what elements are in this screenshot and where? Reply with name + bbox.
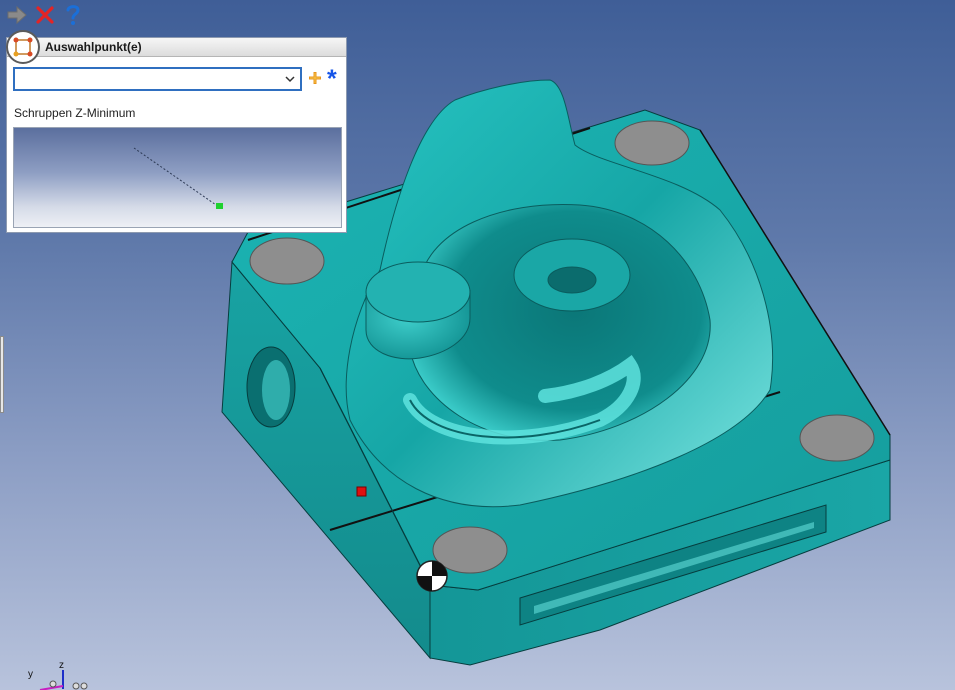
bolt-hole-left[interactable] xyxy=(249,237,325,285)
help-icon xyxy=(66,5,80,25)
selection-point-dialog: Auswahlpunkt(e) * Schruppen Z-Minimum xyxy=(6,30,347,233)
dialog-title: Auswahlpunkt(e) xyxy=(7,38,346,57)
apply-button[interactable] xyxy=(6,4,28,26)
center-hole[interactable] xyxy=(547,266,597,294)
cancel-button[interactable] xyxy=(34,4,56,26)
triad-y-label: y xyxy=(28,669,33,680)
origin-marker-icon[interactable] xyxy=(416,560,448,592)
arrow-right-icon xyxy=(7,6,27,24)
select-all-button[interactable]: * xyxy=(327,67,345,92)
operation-label: Schruppen Z-Minimum xyxy=(14,106,136,120)
point-preview xyxy=(13,127,342,228)
chevron-down-icon[interactable] xyxy=(283,72,297,86)
bolt-hole-top-right[interactable] xyxy=(614,120,690,166)
bolt-hole-right[interactable] xyxy=(799,414,875,462)
asterisk-icon: * xyxy=(327,65,337,93)
command-toolbar xyxy=(6,3,84,27)
axis-triad: y z xyxy=(28,660,88,690)
point-combobox[interactable] xyxy=(13,67,302,91)
triad-z-label: z xyxy=(59,660,64,671)
point-selection-icon xyxy=(6,30,40,64)
help-button[interactable] xyxy=(62,4,84,26)
preview-point-marker xyxy=(216,203,223,209)
cylinder-boss-top[interactable] xyxy=(365,261,471,323)
side-panel-handle[interactable] xyxy=(0,336,4,413)
add-point-button[interactable] xyxy=(307,70,323,86)
add-point-icon xyxy=(309,72,321,84)
side-bore-inner xyxy=(262,360,290,420)
close-icon xyxy=(36,6,54,24)
preview-path-line xyxy=(133,147,220,208)
selected-point-marker[interactable] xyxy=(356,486,367,497)
